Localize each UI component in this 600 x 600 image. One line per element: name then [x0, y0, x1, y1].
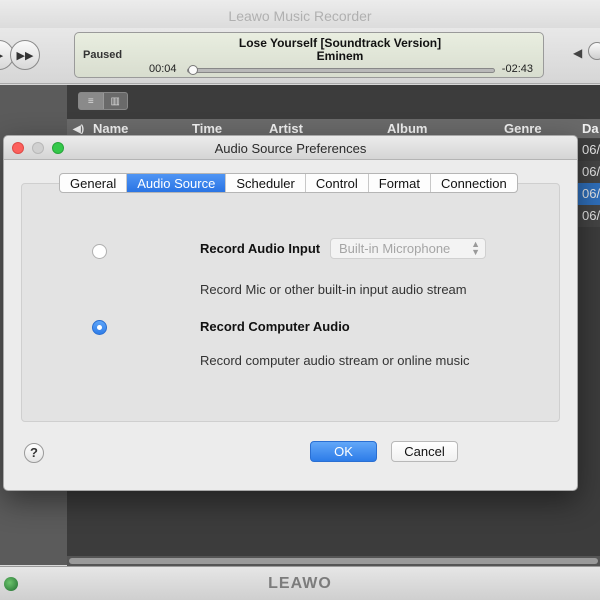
view-toggle[interactable]: ≡ ▥	[78, 92, 128, 110]
record-audio-input-radio[interactable]	[92, 244, 107, 259]
column-album[interactable]: Album	[387, 121, 427, 136]
input-device-select[interactable]: Built-in Microphone ▲ ▼	[330, 238, 486, 259]
next-button[interactable]: ▶▶	[10, 40, 40, 70]
column-artist[interactable]: Artist	[269, 121, 303, 136]
help-button[interactable]: ?	[24, 443, 44, 463]
brand-logo: LEAWO	[268, 575, 332, 592]
tab-scheduler[interactable]: Scheduler	[226, 174, 306, 192]
horizontal-scrollbar[interactable]	[67, 556, 600, 566]
app-titlebar: Leawo Music Recorder	[0, 0, 600, 28]
cancel-button[interactable]: Cancel	[391, 441, 458, 462]
scrollbar-thumb[interactable]	[69, 558, 598, 564]
song-title: Lose Yourself [Soundtrack Version]	[238, 36, 442, 50]
elapsed-time: 00:04	[149, 63, 177, 75]
volume-knob[interactable]	[588, 42, 600, 60]
remaining-time: -02:43	[501, 63, 533, 75]
row-date: 06/	[582, 142, 600, 157]
input-device-value: Built-in Microphone	[339, 241, 451, 256]
fast-forward-icon: ▶▶	[16, 49, 34, 62]
dialog-title: Audio Source Preferences	[214, 141, 367, 156]
list-view-icon[interactable]: ≡	[79, 93, 104, 109]
row-date: 06/	[582, 208, 600, 223]
ok-button[interactable]: OK	[310, 441, 377, 462]
tab-format[interactable]: Format	[369, 174, 431, 192]
tab-general[interactable]: General	[60, 174, 128, 192]
record-computer-audio-description: Record computer audio stream or online m…	[200, 353, 470, 368]
tab-control[interactable]: Control	[306, 174, 369, 192]
row-date: 06/	[582, 164, 600, 179]
record-computer-audio-label: Record Computer Audio	[200, 319, 350, 334]
preferences-dialog: Audio Source Preferences General Audio S…	[3, 135, 578, 491]
player-status: Paused	[83, 49, 123, 61]
tab-connection[interactable]: Connection	[431, 174, 517, 192]
row-date: 06/	[582, 186, 600, 201]
tab-content-panel	[21, 183, 560, 422]
column-genre[interactable]: Genre	[504, 121, 542, 136]
record-audio-input-description: Record Mic or other built-in input audio…	[200, 282, 467, 297]
play-icon: ▶	[0, 49, 3, 62]
song-artist: Eminem	[316, 49, 364, 63]
record-computer-audio-radio[interactable]	[92, 320, 107, 335]
column-name[interactable]: Name	[93, 121, 128, 136]
grid-view-icon[interactable]: ▥	[104, 93, 128, 109]
progress-track[interactable]	[187, 68, 495, 73]
app-title: Leawo Music Recorder	[228, 8, 372, 24]
progress-knob[interactable]	[188, 65, 199, 75]
speaker-icon: ◀)	[73, 124, 85, 135]
column-time[interactable]: Time	[192, 121, 222, 136]
player-toolbar: ▶ ▶▶ Paused Lose Yourself [Soundtrack Ve…	[0, 28, 600, 84]
dialog-titlebar: Audio Source Preferences	[4, 136, 577, 160]
updown-arrows-icon: ▲ ▼	[471, 239, 480, 257]
tab-audio-source[interactable]: Audio Source	[127, 174, 227, 192]
volume-icon: ◀	[573, 46, 583, 60]
record-audio-input-label: Record Audio Input	[200, 241, 321, 256]
column-date[interactable]: Da	[582, 121, 599, 136]
tab-bar: General Audio Source Scheduler Control F…	[59, 173, 518, 193]
bottom-bar: LEAWO	[0, 566, 600, 600]
player-display: Paused Lose Yourself [Soundtrack Version…	[74, 32, 544, 78]
